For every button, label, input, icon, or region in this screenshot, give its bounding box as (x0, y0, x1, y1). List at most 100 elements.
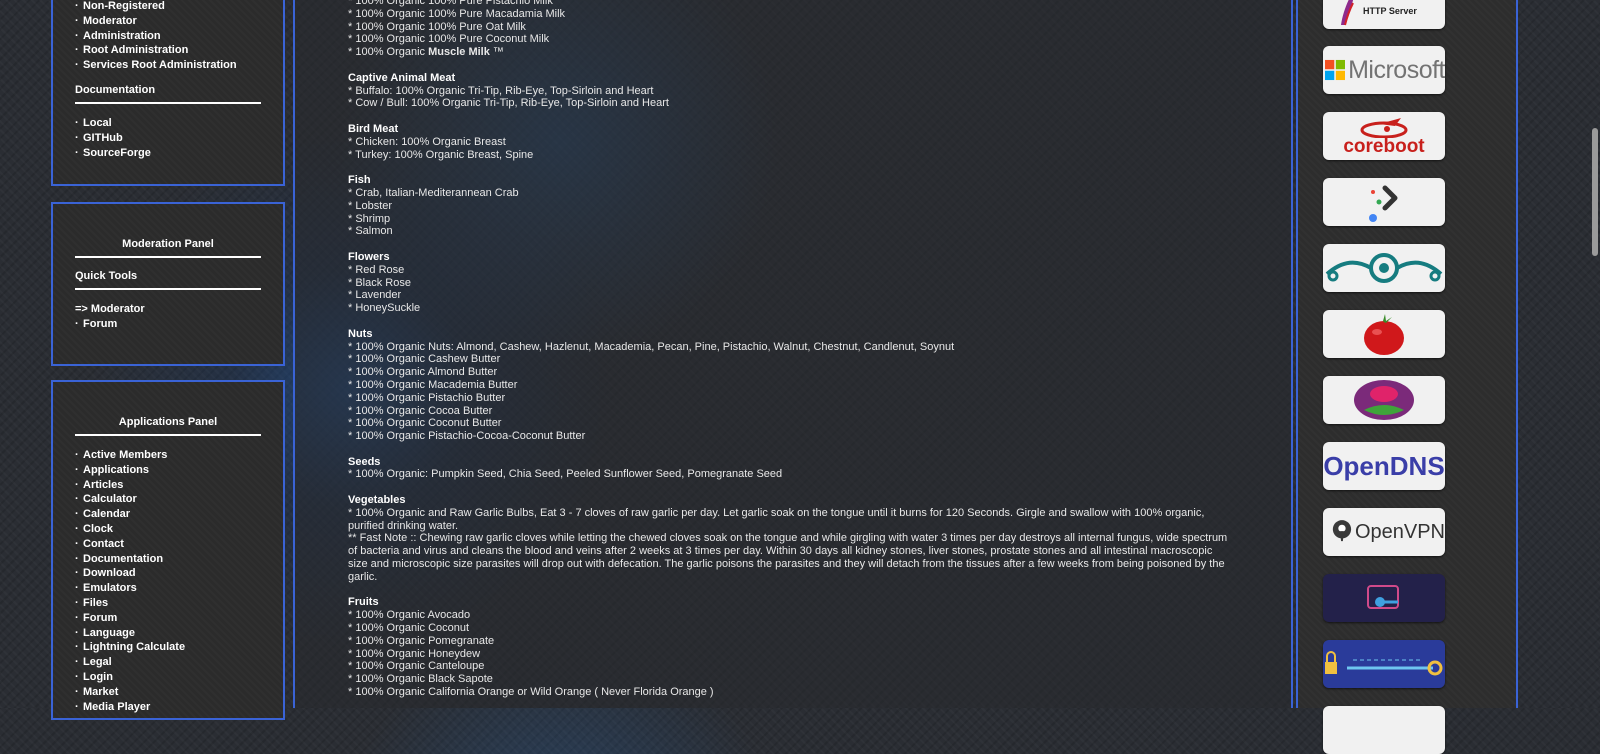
tomato-logo[interactable] (1323, 310, 1445, 358)
divider (75, 101, 261, 104)
milk-line: * 100% Organic 100% Pure Pistachio Milk (348, 0, 553, 7)
food-sections: Captive Animal Meat * Buffalo: 100% Organ… (348, 59, 1228, 699)
arrow-dots-logo[interactable] (1323, 178, 1445, 226)
coreboot-logo[interactable]: coreboot (1323, 112, 1445, 160)
application-link-17[interactable]: · Media Player (75, 700, 261, 715)
bullet-icon: · (75, 596, 79, 609)
lock-key-logo[interactable] (1323, 640, 1445, 688)
documentation-link-2[interactable]: · SourceForge (75, 146, 261, 161)
microsoft-logo[interactable]: Microsoft (1323, 46, 1445, 94)
apache-logo[interactable]: HTTP Server (1323, 0, 1445, 29)
section-line: * 100% Organic Almond Butter (348, 366, 498, 379)
next-sponsor-logo[interactable] (1323, 706, 1445, 754)
application-link-6[interactable]: · Contact (75, 537, 261, 552)
bullet-icon: · (75, 463, 79, 476)
menu-item-label: Lightning Calculate (83, 641, 186, 654)
bullet-icon: · (75, 449, 79, 461)
coreboot-wordmark: coreboot (1343, 136, 1425, 157)
scrollbar-thumb[interactable] (1592, 128, 1598, 256)
lineageos-logo[interactable] (1323, 244, 1445, 292)
application-link-0[interactable]: · Active Members (75, 448, 261, 463)
menu-item-label: Login (83, 670, 113, 683)
moderation-list: · Forum (75, 317, 261, 332)
moderator-link[interactable]: => Moderator (75, 302, 261, 317)
bullet-icon: · (75, 611, 79, 624)
user-level-item-2[interactable]: · Administration (75, 29, 261, 44)
section-line: * Crab, Italian-Mediterannean Crab (348, 186, 519, 199)
lotus-icon (1354, 380, 1414, 420)
security-key-icon (1367, 585, 1399, 609)
menu-item-label: Forum (83, 317, 118, 330)
bullet-icon: · (75, 146, 79, 159)
section-line: * Turkey: 100% Organic Breast, Spine (348, 148, 534, 161)
muscle-milk-line: * 100% Organic Muscle Milk ™ (348, 46, 1228, 59)
section-line: * 100% Organic Honeydew (348, 647, 481, 660)
user-level-item-0[interactable]: · Non-Registered (75, 0, 261, 14)
bullet-icon: · (75, 670, 79, 683)
application-link-16[interactable]: · Market (75, 685, 261, 700)
section-line: * 100% Organic Nuts: Almond, Cashew, Haz… (348, 340, 955, 353)
section-title: Vegetables (348, 494, 406, 507)
menu-item-label: Clock (83, 522, 113, 535)
application-link-11[interactable]: · Forum (75, 611, 261, 626)
section-line: * 100% Organic: Pumpkin Seed, Chia Seed,… (348, 468, 783, 481)
menu-item-label: GITHub (83, 131, 123, 144)
bullet-icon: · (75, 522, 79, 535)
openvpn-shield-icon (1332, 520, 1352, 542)
menu-item-label: Moderator (83, 14, 137, 27)
user-level-item-3[interactable]: · Root Administration (75, 43, 261, 58)
documentation-link-1[interactable]: · GITHub (75, 131, 261, 146)
section-line: * Salmon (348, 225, 393, 238)
opendns-logo[interactable]: Open DNS (1323, 442, 1445, 490)
tomato-icon (1364, 314, 1404, 355)
openvpn-logo[interactable]: OpenVPN (1323, 508, 1445, 556)
application-link-1[interactable]: · Applications (75, 463, 261, 478)
bullet-icon: · (75, 656, 79, 669)
application-link-2[interactable]: · Articles (75, 478, 261, 493)
application-link-15[interactable]: · Login (75, 670, 261, 685)
application-link-14[interactable]: · Legal (75, 655, 261, 670)
section-line: * Lavender (348, 289, 402, 302)
lotus-logo[interactable] (1323, 376, 1445, 424)
bullet-icon: · (75, 537, 79, 550)
application-link-4[interactable]: · Calendar (75, 507, 261, 522)
section-line: * Cow / Bull: 100% Organic Tri-Tip, Rib-… (348, 97, 669, 110)
section-title: Flowers (348, 250, 390, 263)
menu-item-label: Media Player (83, 700, 151, 713)
application-link-12[interactable]: · Language (75, 626, 261, 641)
bullet-icon: · (75, 582, 79, 595)
section-line: * 100% Organic Cocoa Butter (348, 404, 493, 417)
milk-line: * 100% Organic 100% Pure Macadamia Milk (348, 7, 566, 20)
menu-item-label: Files (83, 596, 109, 609)
documentation-link-0[interactable]: · Local (75, 116, 261, 131)
application-link-8[interactable]: · Download (75, 566, 261, 581)
menu-item-label: Calendar (83, 508, 131, 521)
bullet-icon: · (75, 29, 79, 42)
menu-item-label: Administration (83, 29, 161, 42)
application-link-5[interactable]: · Clock (75, 522, 261, 537)
microsoft-wordmark: Microsoft (1348, 55, 1445, 84)
moderation-panel-title: Moderation Panel (122, 238, 214, 250)
user-level-item-4[interactable]: · Services Root Administration (75, 58, 261, 73)
application-link-7[interactable]: · Documentation (75, 552, 261, 567)
menu-item-label: Language (83, 626, 135, 639)
application-link-9[interactable]: · Emulators (75, 581, 261, 596)
security-graphic-logo[interactable] (1323, 574, 1445, 622)
bullet-icon: · (75, 508, 79, 521)
menu-item-label: Calculator (83, 493, 137, 506)
muscle-milk-bold: Muscle Milk (428, 46, 490, 59)
microsoft-squares-icon (1325, 59, 1346, 81)
application-link-13[interactable]: · Lightning Calculate (75, 640, 261, 655)
menu-item-label: Contact (83, 537, 124, 550)
documentation-header: Documentation (75, 83, 156, 96)
application-link-10[interactable]: · Files (75, 596, 261, 611)
bullet-icon: · (75, 44, 79, 57)
section-line: * Lobster (348, 199, 393, 212)
user-level-item-1[interactable]: · Moderator (75, 14, 261, 29)
application-link-3[interactable]: · Calculator (75, 492, 261, 507)
moderation-item-0[interactable]: · Forum (75, 317, 261, 332)
bullet-icon: · (75, 493, 79, 506)
